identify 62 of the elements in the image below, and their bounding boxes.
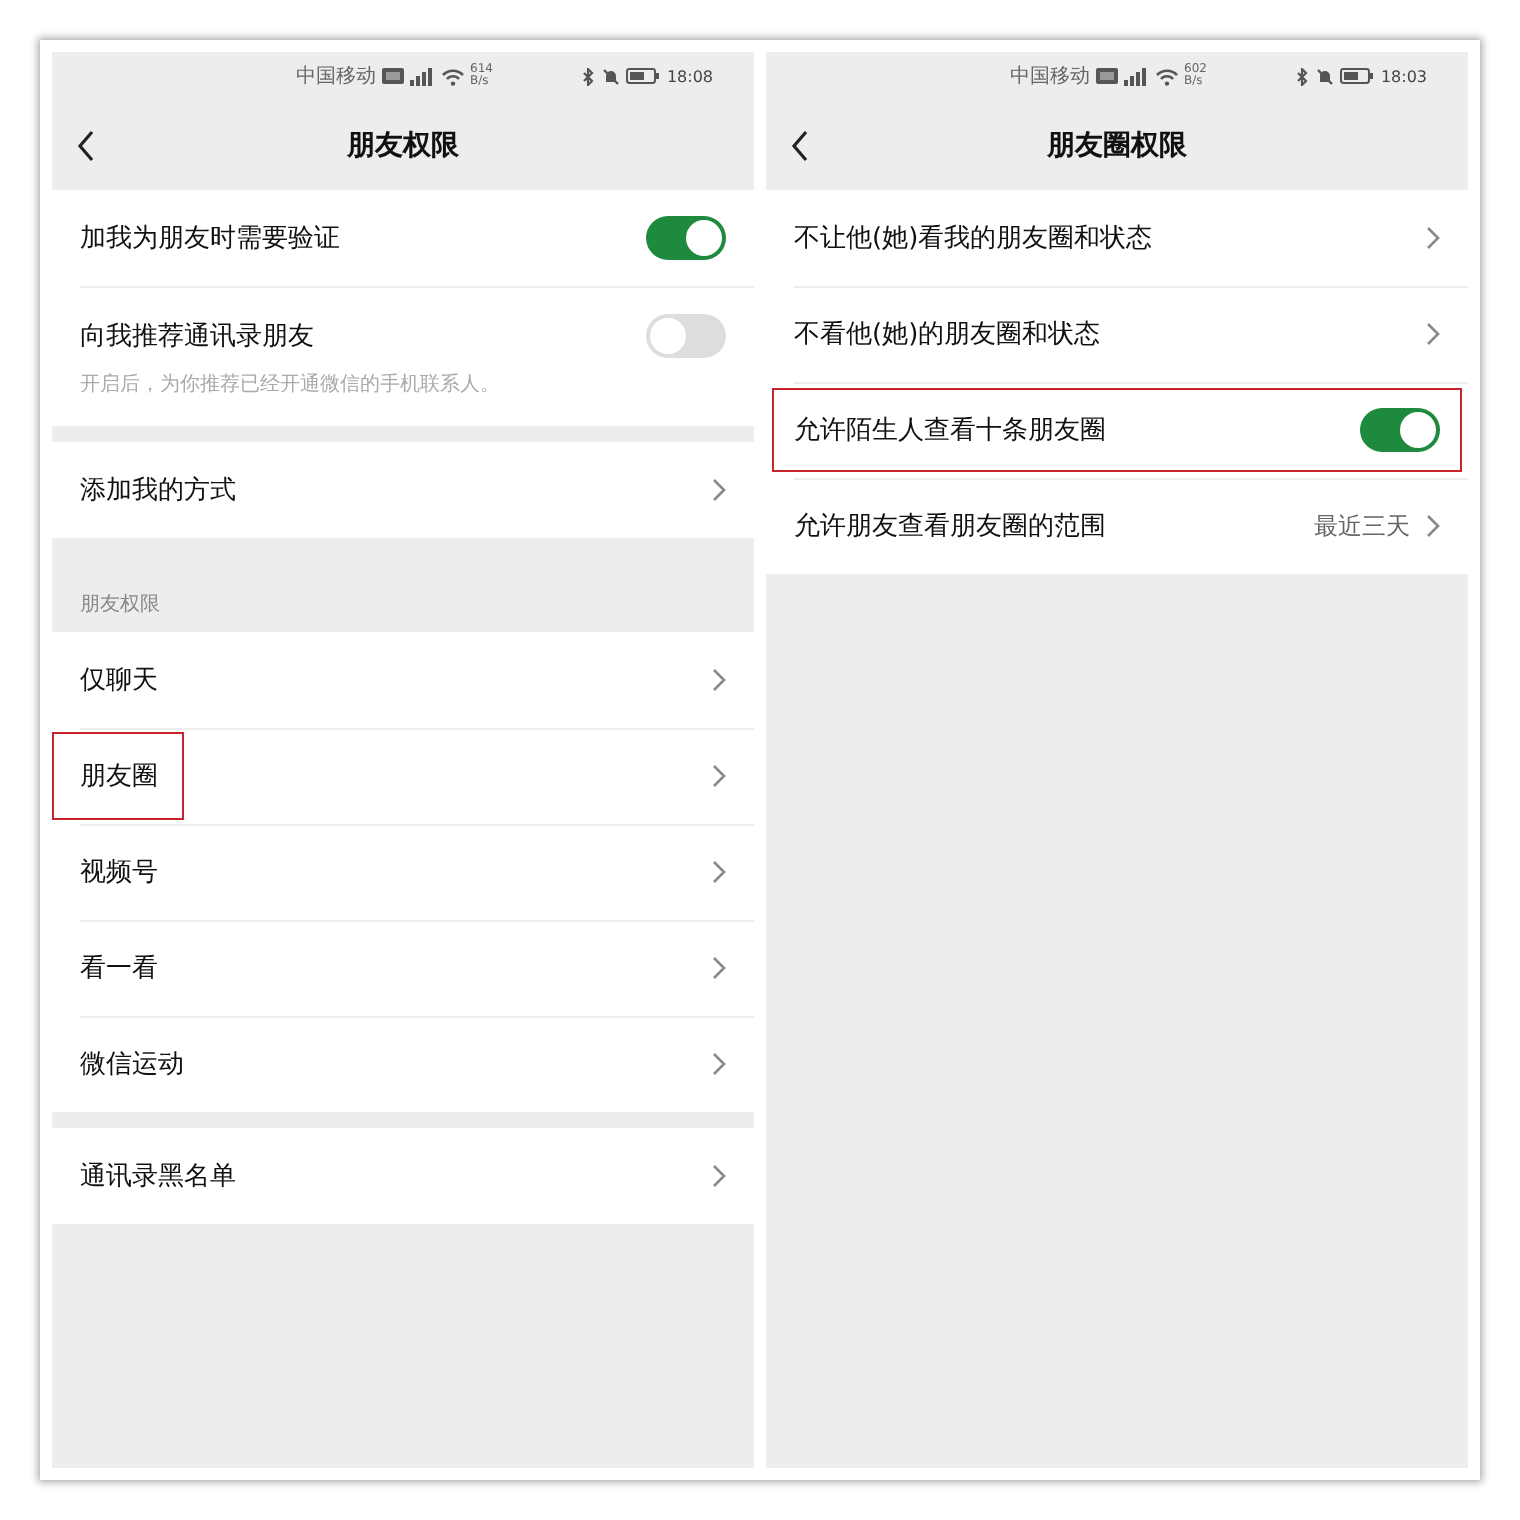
settings-row[interactable]: 添加我的方式 bbox=[52, 442, 754, 538]
back-icon[interactable] bbox=[76, 129, 96, 161]
row-value: 最近三天 bbox=[1314, 509, 1410, 543]
chevron-right-icon bbox=[712, 860, 726, 884]
hd-icon bbox=[1096, 68, 1118, 84]
row-description: 开启后，为你推荐已经开通微信的手机联系人。 bbox=[80, 371, 502, 398]
settings-row[interactable]: 不看他(她)的朋友圈和状态 bbox=[766, 286, 1468, 382]
battery-icon bbox=[1340, 68, 1375, 84]
row-label: 不让他(她)看我的朋友圈和状态 bbox=[794, 222, 1155, 256]
wifi-icon bbox=[442, 67, 464, 85]
chevron-right-icon bbox=[1426, 514, 1440, 538]
settings-row[interactable]: 视频号 bbox=[52, 824, 754, 920]
row-label: 添加我的方式 bbox=[80, 474, 238, 508]
chevron-right-icon bbox=[712, 764, 726, 788]
row-label: 通讯录黑名单 bbox=[80, 1160, 238, 1194]
toggle-switch[interactable] bbox=[1360, 408, 1440, 452]
battery-icon bbox=[626, 68, 661, 84]
row-label: 仅聊天 bbox=[80, 664, 160, 698]
chevron-right-icon bbox=[712, 1052, 726, 1076]
mute-icon bbox=[1316, 67, 1335, 85]
settings-row[interactable]: 向我推荐通讯录朋友 开启后，为你推荐已经开通微信的手机联系人。 bbox=[52, 286, 754, 426]
hd-icon bbox=[382, 68, 404, 84]
chevron-right-icon bbox=[712, 956, 726, 980]
row-label: 不看他(她)的朋友圈和状态 bbox=[794, 318, 1103, 352]
row-label: 向我推荐通讯录朋友 bbox=[80, 320, 316, 354]
wifi-icon bbox=[1156, 67, 1178, 85]
bluetooth-icon bbox=[580, 67, 597, 85]
toggle-switch[interactable] bbox=[646, 216, 726, 260]
carrier-name: 中国移动 bbox=[296, 63, 376, 90]
back-icon[interactable] bbox=[790, 129, 810, 161]
chevron-right-icon bbox=[712, 668, 726, 692]
mute-icon bbox=[602, 67, 621, 85]
clock: 18:03 bbox=[1380, 67, 1428, 85]
settings-row[interactable]: 加我为朋友时需要验证 bbox=[52, 190, 754, 286]
row-label: 视频号 bbox=[80, 856, 160, 890]
settings-row[interactable]: 通讯录黑名单 bbox=[52, 1128, 754, 1224]
highlighted-row[interactable]: 允许陌生人查看十条朋友圈 bbox=[766, 382, 1468, 478]
settings-row[interactable]: 看一看 bbox=[52, 920, 754, 1016]
row-label: 微信运动 bbox=[80, 1048, 186, 1082]
toggle-switch[interactable] bbox=[646, 314, 726, 358]
row-label: 加我为朋友时需要验证 bbox=[80, 222, 342, 256]
page-title: 朋友权限 bbox=[347, 129, 459, 161]
signal-icon bbox=[410, 67, 436, 85]
chevron-right-icon bbox=[1426, 226, 1440, 250]
settings-row[interactable]: 朋友圈 bbox=[52, 728, 754, 824]
row-label: 允许陌生人查看十条朋友圈 bbox=[794, 414, 1108, 448]
row-label: 看一看 bbox=[80, 952, 160, 986]
section-header: 朋友权限 bbox=[78, 591, 162, 620]
chevron-right-icon bbox=[712, 478, 726, 502]
chevron-right-icon bbox=[1426, 322, 1440, 346]
page-title: 朋友圈权限 bbox=[1047, 129, 1187, 161]
settings-row[interactable]: 仅聊天 bbox=[52, 632, 754, 728]
highlighted-label: 朋友圈 bbox=[54, 734, 182, 818]
chevron-right-icon bbox=[712, 1164, 726, 1188]
carrier-name: 中国移动 bbox=[1010, 63, 1090, 90]
settings-row[interactable]: 允许朋友查看朋友圈的范围 最近三天 bbox=[766, 478, 1468, 574]
settings-row[interactable]: 微信运动 bbox=[52, 1016, 754, 1112]
settings-row[interactable]: 不让他(她)看我的朋友圈和状态 bbox=[766, 190, 1468, 286]
signal-icon bbox=[1124, 67, 1150, 85]
bluetooth-icon bbox=[1294, 67, 1311, 85]
clock: 18:08 bbox=[666, 67, 714, 85]
row-label: 允许朋友查看朋友圈的范围 bbox=[794, 510, 1108, 544]
